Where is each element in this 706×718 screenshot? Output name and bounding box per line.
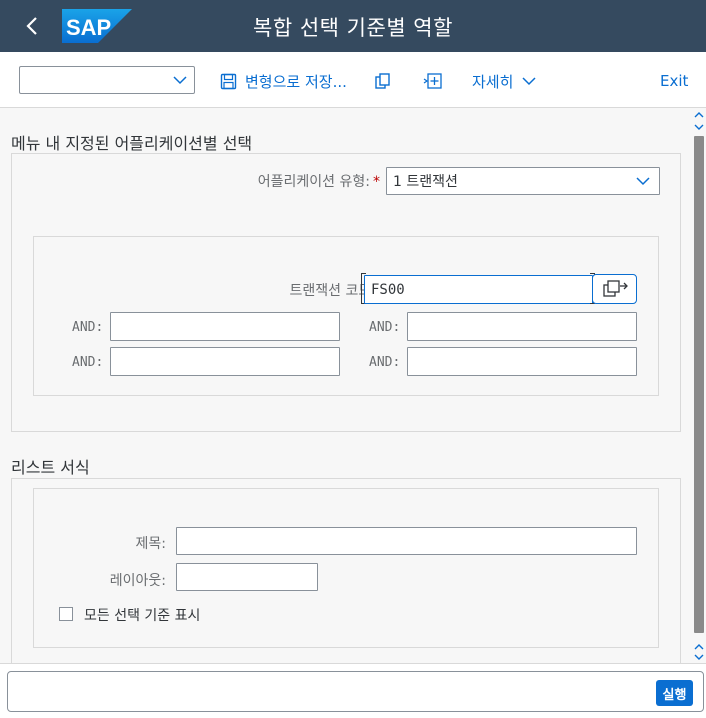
save-as-variant-button[interactable]: 변형으로 저장... <box>220 68 347 94</box>
and-input-2[interactable] <box>407 312 637 341</box>
scroll-down-icon[interactable] <box>693 644 705 662</box>
criteria-group: 트랜잭션 코드: FS00 AND: AND: AND: AND: <box>33 236 659 396</box>
and-label-2: AND: <box>369 320 401 335</box>
list-format-group: 제목: 레이아웃: 모든 선택 기준 표시 <box>11 478 681 663</box>
main-content: 메뉴 내 지정된 어플리케이션별 선택 어플리케이션 유형: * 1 트랜잭션 트… <box>0 108 692 663</box>
copy-icon <box>375 73 390 89</box>
copy-button[interactable] <box>374 68 392 94</box>
insert-icon <box>423 73 442 89</box>
and-label-1: AND: <box>72 320 104 335</box>
and-label-3: AND: <box>72 355 104 370</box>
required-marker: * <box>373 174 380 190</box>
save-as-variant-label: 변형으로 저장... <box>245 72 347 91</box>
and-input-1[interactable] <box>110 312 340 341</box>
page-title: 복합 선택 기준별 역할 <box>253 16 453 40</box>
tcode-input[interactable]: FS00 <box>364 275 593 304</box>
menu-selection-group: 어플리케이션 유형: * 1 트랜잭션 트랜잭션 코드: FS00 AND: A… <box>11 153 681 432</box>
command-input[interactable] <box>7 671 704 712</box>
app-type-value: 1 트랜잭션 <box>393 174 458 190</box>
section-title-list: 리스트 서식 <box>11 458 90 477</box>
show-all-criteria-checkbox[interactable] <box>59 607 73 621</box>
list-format-inner: 제목: 레이아웃: 모든 선택 기준 표시 <box>33 488 659 648</box>
toolbar: 변형으로 저장... 자세히 Exit <box>0 52 706 108</box>
scroll-up-icon[interactable] <box>693 110 705 132</box>
chevron-down-icon <box>636 177 650 186</box>
app-type-label: 어플리케이션 유형: * <box>257 174 380 190</box>
multiple-selection-button[interactable] <box>592 274 637 304</box>
scroll-thumb[interactable] <box>694 136 704 633</box>
multiple-selection-icon <box>602 280 628 297</box>
and-label-4: AND: <box>369 355 401 370</box>
command-bar: 실행 <box>0 663 706 718</box>
layout-input[interactable] <box>176 563 318 591</box>
insert-button[interactable] <box>423 68 443 94</box>
show-all-criteria-label: 모든 선택 기준 표시 <box>84 608 201 624</box>
more-button[interactable]: 자세히 <box>472 68 537 94</box>
app-type-select[interactable]: 1 트랜잭션 <box>386 167 660 195</box>
more-label: 자세히 <box>472 72 514 91</box>
and-input-3[interactable] <box>110 347 340 376</box>
save-icon <box>220 73 237 89</box>
execute-button[interactable]: 실행 <box>656 680 693 706</box>
and-input-4[interactable] <box>407 347 637 376</box>
chevron-down-icon <box>173 76 187 85</box>
chevron-down-icon <box>522 77 536 86</box>
title-label: 제목: <box>135 536 166 552</box>
variant-select[interactable] <box>19 66 195 94</box>
title-input[interactable] <box>176 527 637 555</box>
shell-header: SAP 복합 선택 기준별 역할 <box>0 0 706 52</box>
vertical-scrollbar[interactable] <box>692 108 706 663</box>
layout-label: 레이아웃: <box>109 573 166 589</box>
section-title-menu: 메뉴 내 지정된 어플리케이션별 선택 <box>11 134 253 153</box>
exit-button[interactable]: Exit <box>660 68 688 94</box>
